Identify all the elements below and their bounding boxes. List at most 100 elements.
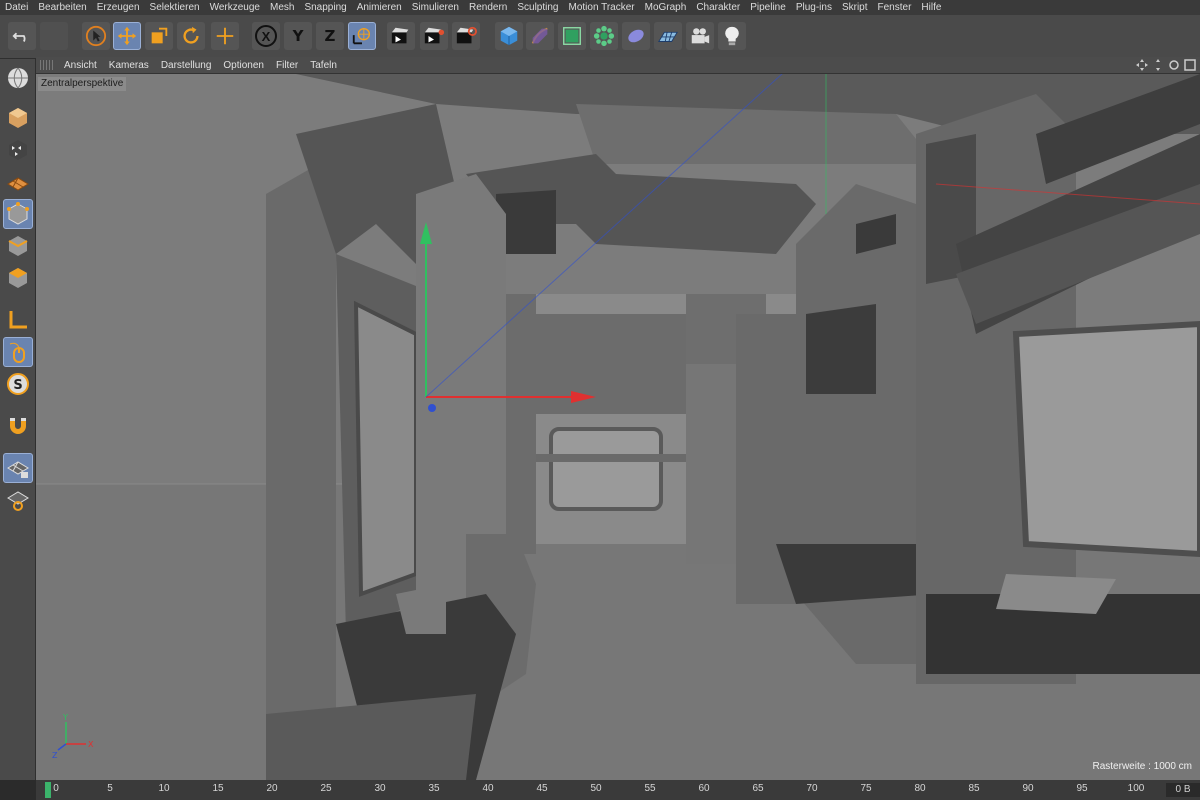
timeline-tick: 80 [914, 783, 926, 794]
menu-item-motion-tracker[interactable]: Motion Tracker [563, 0, 639, 15]
menu-item-fenster[interactable]: Fenster [873, 0, 917, 15]
snap-mode-icon[interactable]: S [3, 369, 33, 399]
pen-icon[interactable] [526, 22, 554, 50]
timeline-tick: 35 [428, 783, 440, 794]
deformer-icon[interactable] [622, 22, 650, 50]
timeline-tick: 15 [212, 783, 224, 794]
points-mode-icon[interactable] [3, 199, 33, 229]
texture-mode-icon[interactable] [3, 135, 33, 165]
magnet-icon[interactable] [3, 411, 33, 441]
timeline-tick: 75 [860, 783, 872, 794]
redo-icon[interactable] [40, 22, 68, 50]
menu-item-mograph[interactable]: MoGraph [640, 0, 692, 15]
timeline-tick: 0 [53, 783, 59, 794]
move-icon[interactable] [113, 22, 141, 50]
zoom-icon[interactable] [1152, 59, 1164, 71]
tweak-mode-icon[interactable] [3, 337, 33, 367]
timeline-tick: 85 [968, 783, 980, 794]
axis-mode-icon[interactable] [3, 305, 33, 335]
timeline-tick: 45 [536, 783, 548, 794]
menu-item-bearbeiten[interactable]: Bearbeiten [33, 0, 91, 15]
select-icon[interactable] [82, 22, 110, 50]
workplane-icon[interactable] [3, 167, 33, 197]
timeline-tick: 55 [644, 783, 656, 794]
menu-item-charakter[interactable]: Charakter [691, 0, 745, 15]
orbit-icon[interactable] [1168, 59, 1180, 71]
polygons-mode-icon[interactable] [3, 263, 33, 293]
timeline-tick: 20 [266, 783, 278, 794]
z-axis-label: Z [324, 27, 336, 45]
menu-item-pipeline[interactable]: Pipeline [745, 0, 791, 15]
svg-text:S: S [13, 378, 22, 393]
timeline-cursor[interactable] [45, 782, 51, 798]
render-picture-icon[interactable] [420, 22, 448, 50]
timeline-tick: 50 [590, 783, 602, 794]
pan-icon[interactable] [1136, 59, 1148, 71]
menu-item-werkzeuge[interactable]: Werkzeuge [205, 0, 265, 15]
array-icon[interactable] [590, 22, 618, 50]
subdivision-icon[interactable] [558, 22, 586, 50]
viewport-menu-kameras[interactable]: Kameras [103, 57, 155, 74]
y-axis-icon[interactable]: Y [284, 22, 312, 50]
rotate-plane-icon[interactable] [3, 485, 33, 515]
menu-item-animieren[interactable]: Animieren [352, 0, 407, 15]
scene-render: Y X Z [36, 74, 1200, 780]
timeline-tick: 90 [1022, 783, 1034, 794]
mode-palette: S [0, 59, 36, 780]
memory-label: 0 B [1166, 783, 1200, 797]
menu-item-datei[interactable]: Datei [0, 0, 33, 15]
render-settings-icon[interactable] [452, 22, 480, 50]
3d-viewport[interactable]: Y X Z Zentralperspektive Rasterweite : 1… [36, 74, 1200, 780]
lock-plane-icon[interactable] [3, 453, 33, 483]
timeline-tick: 65 [752, 783, 764, 794]
x-axis-label: X [255, 25, 277, 47]
menu-item-selektieren[interactable]: Selektieren [145, 0, 205, 15]
viewport-menu-ansicht[interactable]: Ansicht [58, 57, 103, 74]
viewport-menu-darstellung[interactable]: Darstellung [155, 57, 218, 74]
x-axis-icon[interactable]: X [252, 22, 280, 50]
world-axis-z-label: Z [52, 751, 58, 760]
undo-icon[interactable] [8, 22, 36, 50]
menu-item-erzeugen[interactable]: Erzeugen [92, 0, 145, 15]
rotate-icon[interactable] [177, 22, 205, 50]
z-axis-icon[interactable]: Z [316, 22, 344, 50]
y-axis-label: Y [292, 27, 304, 45]
menu-item-skript[interactable]: Skript [837, 0, 873, 15]
cube-icon[interactable] [495, 22, 523, 50]
world-axis-x-label: X [88, 740, 94, 749]
camera-label: Zentralperspektive [38, 77, 127, 91]
viewport-menu-filter[interactable]: Filter [270, 57, 304, 74]
timeline-tick: 70 [806, 783, 818, 794]
timeline-tick: 30 [374, 783, 386, 794]
floor-icon[interactable] [654, 22, 682, 50]
timeline-tick: 100 [1127, 783, 1145, 794]
viewport-menu-optionen[interactable]: Optionen [217, 57, 270, 74]
render-view-icon[interactable] [387, 22, 415, 50]
light-icon[interactable] [718, 22, 746, 50]
coord-system-icon[interactable] [348, 22, 376, 50]
recent-tool-icon[interactable] [211, 22, 239, 50]
timeline[interactable]: 0 B 0 5 10 15 20 25 30 35 40 45 50 55 60 65 70 75 80 85 90… [36, 780, 1200, 800]
timeline-tick: 5 [107, 783, 113, 794]
world-axis-y-label: Y [62, 713, 68, 722]
menu-item-rendern[interactable]: Rendern [464, 0, 512, 15]
timeline-tick: 25 [320, 783, 332, 794]
menu-item-sculpting[interactable]: Sculpting [512, 0, 563, 15]
globe-icon[interactable] [3, 63, 33, 93]
edges-mode-icon[interactable] [3, 231, 33, 261]
scale-icon[interactable] [145, 22, 173, 50]
viewport-header: Ansicht Kameras Darstellung Optionen Fil… [36, 57, 1200, 74]
model-mode-icon[interactable] [3, 103, 33, 133]
viewport-menu-tafeln[interactable]: Tafeln [304, 57, 343, 74]
camera-icon[interactable] [686, 22, 714, 50]
timeline-tick: 95 [1076, 783, 1088, 794]
menu-item-hilfe[interactable]: Hilfe [916, 0, 946, 15]
menu-item-plug-ins[interactable]: Plug-ins [791, 0, 837, 15]
menu-item-snapping[interactable]: Snapping [299, 0, 351, 15]
menu-item-mesh[interactable]: Mesh [265, 0, 299, 15]
main-toolbar: X Y Z [0, 15, 1200, 59]
maximize-icon[interactable] [1184, 59, 1196, 71]
grip-handle[interactable] [40, 60, 54, 70]
timeline-tick: 40 [482, 783, 494, 794]
menu-item-simulieren[interactable]: Simulieren [407, 0, 464, 15]
